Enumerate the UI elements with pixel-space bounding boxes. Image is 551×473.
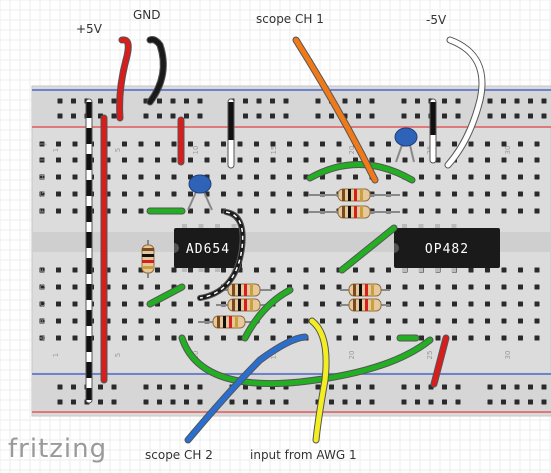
column-number: 20 (348, 351, 356, 360)
row-letter: H (39, 174, 47, 179)
chip-ad654: AD654 (174, 224, 242, 272)
column-number: 1 (52, 148, 60, 152)
row-letter: F (39, 209, 47, 213)
chip-op482-label: OP482 (425, 242, 469, 257)
column-number: 5 (114, 353, 122, 357)
breadboard-svg: JIHGFEDCBA115510101515202025253030AD654 O… (0, 0, 551, 473)
row-letter: B (39, 318, 47, 323)
row-letter: C (39, 301, 47, 306)
row-letter: D (39, 284, 47, 289)
label-input-awg: input from AWG 1 (250, 448, 357, 462)
column-number: 25 (426, 351, 434, 360)
chip-op482: OP482 (394, 224, 500, 272)
label-scope-ch2: scope CH 2 (145, 448, 213, 462)
bottom-power-rail (32, 372, 551, 414)
row-letter: E (39, 268, 47, 272)
column-number: 5 (114, 148, 122, 152)
row-letter: J (39, 143, 47, 146)
row-letter: I (39, 159, 47, 161)
column-number: 30 (504, 351, 512, 360)
column-number: 1 (52, 353, 60, 357)
resistor-left (141, 240, 155, 278)
column-number: 15 (270, 146, 278, 155)
fritzing-logo: fritzing (8, 434, 108, 464)
row-letter: G (39, 191, 47, 196)
column-number: 10 (192, 146, 200, 155)
column-number: 30 (504, 146, 512, 155)
label-gnd: GND (133, 8, 161, 22)
label-scope-ch1: scope CH 1 (256, 12, 324, 26)
label-plus5v: +5V (76, 22, 102, 36)
label-minus5v: -5V (426, 13, 447, 27)
row-letter: A (39, 335, 47, 340)
breadboard-diagram: J I H G F E D C B A 1 1 5 5 10 10 15 15 20 20 25 25 30 30 AD654 O… (0, 0, 551, 473)
chip-ad654-label: AD654 (186, 242, 230, 257)
